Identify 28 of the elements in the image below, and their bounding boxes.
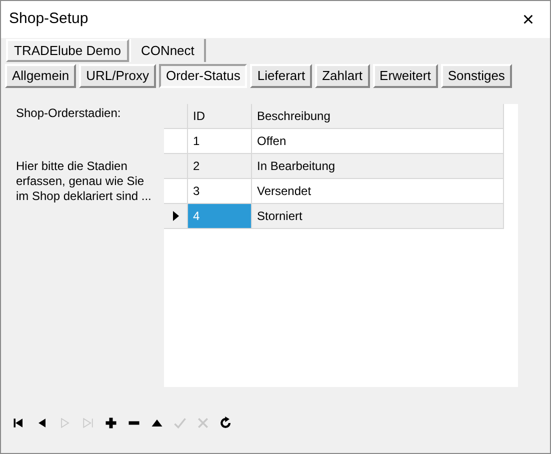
table-cell: In Bearbeitung xyxy=(252,154,504,178)
tab[interactable]: CONnect xyxy=(130,39,206,62)
table-cell: Offen xyxy=(252,129,504,153)
tab[interactable]: Lieferart xyxy=(250,64,312,88)
tab[interactable]: Erweitert xyxy=(372,64,438,88)
table-row[interactable]: 2 In Bearbeitung xyxy=(164,154,504,179)
table-cell: 4 xyxy=(188,204,252,228)
row-pointer-icon xyxy=(172,210,180,222)
table-row[interactable]: 3 Versendet xyxy=(164,179,504,204)
table-cell: 3 xyxy=(188,179,252,203)
column-header[interactable]: ID xyxy=(188,104,252,128)
table-cell: 1 xyxy=(188,129,252,153)
table-row[interactable]: 1 Offen xyxy=(164,129,504,154)
table-cell: Storniert xyxy=(252,204,504,228)
tab[interactable]: URL/Proxy xyxy=(79,64,156,88)
tab[interactable]: Order-Status xyxy=(158,64,248,88)
window-title: Shop-Setup xyxy=(9,9,88,30)
table-cell: 2 xyxy=(188,154,252,178)
close-button[interactable]: × xyxy=(514,10,542,30)
tab[interactable]: Allgemein xyxy=(5,64,76,88)
table-row[interactable]: 4 Storniert xyxy=(164,204,504,229)
tab[interactable]: Zahlart xyxy=(315,64,370,88)
section-label: Shop-Orderstadien: xyxy=(16,105,122,122)
table-cell: Versendet xyxy=(252,179,504,203)
column-header[interactable]: Beschreibung xyxy=(252,104,504,128)
tab[interactable]: TRADElube Demo xyxy=(6,39,129,62)
hint-text: Hier bitte die Stadien erfassen, genau wie Sie im Shop deklariert sind ... xyxy=(16,159,152,204)
tab[interactable]: Sonstiges xyxy=(440,64,512,88)
